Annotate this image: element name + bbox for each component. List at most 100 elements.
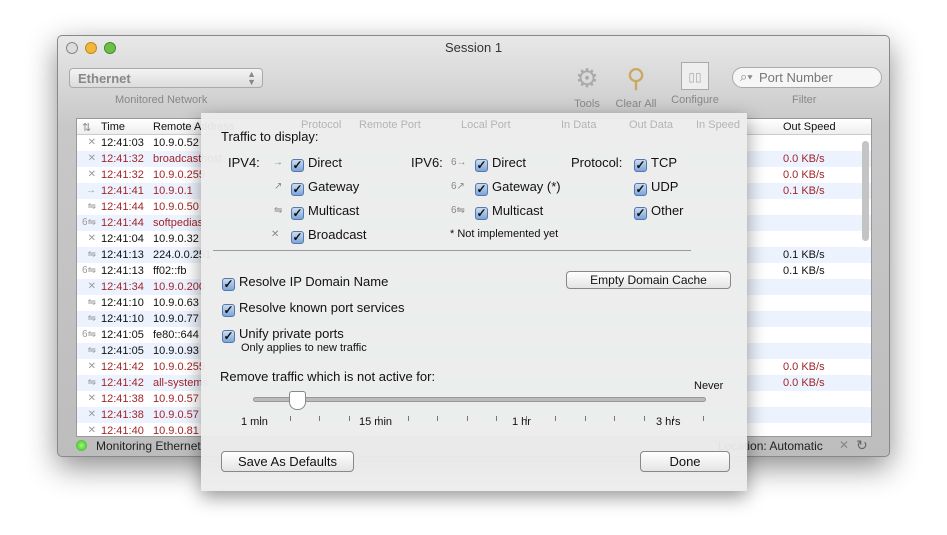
broadcast-icon: ✕ <box>87 409 96 420</box>
cell-remote: 10.9.0.57 <box>153 393 199 405</box>
ipv6-label: IPV6: <box>411 155 443 170</box>
ipv4-gateway-checkbox[interactable]: ✓ Gateway <box>291 179 359 196</box>
unify-ports-checkbox[interactable]: ✓ Unify private ports <box>222 326 344 343</box>
cell-remote: 10.9.0.1 <box>153 185 193 197</box>
checkbox-label: TCP <box>651 155 677 170</box>
broadcast-icon: ✕ <box>87 153 96 164</box>
cell-time: 12:41:38 <box>101 393 144 405</box>
resolve-ip-checkbox[interactable]: ✓ Resolve IP Domain Name <box>222 274 388 291</box>
cell-remote: 10.9.0.57 <box>153 409 199 421</box>
broadcast-icon: ✕ <box>87 393 96 404</box>
close-icon[interactable]: ✕ <box>839 438 849 452</box>
network-select-value: Ethernet <box>78 71 131 86</box>
inactivity-slider[interactable] <box>253 397 706 402</box>
cell-time: 12:41:34 <box>101 281 144 293</box>
tick-label-never: Never <box>694 380 724 392</box>
refresh-icon[interactable]: ↻ <box>856 437 868 454</box>
cell-time: 12:41:42 <box>101 377 144 389</box>
divider <box>213 250 691 251</box>
broadcast-icon: ✕ <box>87 361 96 372</box>
cell-time: 12:41:44 <box>101 201 144 213</box>
udp-checkbox[interactable]: ✓ UDP <box>634 179 678 196</box>
cell-time: 12:41:32 <box>101 169 144 181</box>
ipv6-gateway-checkbox[interactable]: ✓ Gateway (*) <box>475 179 561 196</box>
slider-tick <box>437 416 438 421</box>
ipv6-multicast-icon: 6⇋ <box>82 217 96 228</box>
status-text: Monitoring Ethernet <box>96 439 201 453</box>
multicast-icon: ⇋ <box>87 377 96 388</box>
network-label: Monitored Network <box>115 94 208 106</box>
empty-cache-button[interactable]: Empty Domain Cache <box>566 271 731 289</box>
checkbox-label: Direct <box>308 155 342 170</box>
clear-all-button[interactable]: ⚲ Clear All <box>612 62 660 110</box>
checkbox-label: Multicast <box>492 203 544 218</box>
slider-tick <box>466 416 468 421</box>
cell-remote: 10.9.0.255 <box>153 169 205 181</box>
ipv6-multicast-checkbox[interactable]: ✓ Multicast <box>475 203 543 220</box>
remove-traffic-label: Remove traffic which is not active for: <box>220 369 436 384</box>
save-defaults-button[interactable]: Save As Defaults <box>221 451 354 472</box>
cell-remote: ff02::fb <box>153 265 187 277</box>
other-checkbox[interactable]: ✓ Other <box>634 203 684 220</box>
filter-placeholder: Port Number <box>759 70 833 85</box>
ipv4-multicast-checkbox[interactable]: ✓ Multicast <box>291 203 359 220</box>
tick-label-1hr: 1 hr <box>512 416 531 428</box>
tcp-checkbox[interactable]: ✓ TCP <box>634 155 677 172</box>
cell-remote: fe80::644 <box>153 329 199 341</box>
slider-tick <box>643 416 645 421</box>
cell-out-speed: 0.0 KB/s <box>783 377 825 389</box>
checkbox-label: Direct <box>492 155 526 170</box>
ipv6-multicast-icon: 6⇋ <box>451 205 465 216</box>
slider-tick <box>348 416 350 421</box>
checkbox-label: Resolve IP Domain Name <box>239 274 389 289</box>
cell-remote: 10.9.0.32 <box>153 233 199 245</box>
checkbox-label: Multicast <box>308 203 360 218</box>
clear-all-label: Clear All <box>615 98 657 110</box>
multicast-icon: ⇋ <box>87 249 96 260</box>
broadcast-icon: ✕ <box>87 425 96 436</box>
slider-tick <box>289 416 291 421</box>
cell-time: 12:41:40 <box>101 425 144 437</box>
checkbox-label: Gateway <box>308 179 360 194</box>
network-select[interactable]: Ethernet ▲ ▼ <box>69 68 263 88</box>
tools-button[interactable]: ⚙ Tools <box>567 62 607 110</box>
ipv6-multicast-icon: 6⇋ <box>82 329 96 340</box>
ipv4-broadcast-checkbox[interactable]: ✓ Broadcast <box>291 227 367 244</box>
resolve-ports-checkbox[interactable]: ✓ Resolve known port services <box>222 300 404 317</box>
col-out-speed[interactable]: Out Speed <box>783 121 836 133</box>
cell-remote: 10.9.0.77 <box>153 313 199 325</box>
broadcast-icon: ✕ <box>87 169 96 180</box>
cell-remote: 10.9.0.200 <box>153 281 205 293</box>
preferences-sheet: Traffic to display: IPV4: IPV6: Protocol… <box>201 113 747 491</box>
cell-time: 12:41:38 <box>101 409 144 421</box>
scrollbar[interactable] <box>862 141 869 241</box>
col-time[interactable]: Time <box>101 121 125 133</box>
window-title: Session 1 <box>444 40 503 55</box>
multicast-icon: ⇋ <box>87 201 96 212</box>
status-light-icon <box>76 440 87 451</box>
not-implemented-note: * Not implemented yet <box>450 228 559 240</box>
cell-time: 12:41:10 <box>101 313 144 325</box>
slider-thumb[interactable] <box>289 391 307 410</box>
slider-tick <box>555 416 556 421</box>
filter-input[interactable]: ⌕▾ Port Number <box>732 67 882 88</box>
broadcast-icon: ✕ <box>87 281 96 292</box>
broadcast-icon: ✕ <box>87 233 96 244</box>
cell-time: 12:41:13 <box>101 265 144 277</box>
slider-tick <box>614 416 615 421</box>
slider-tick <box>584 416 586 421</box>
cell-time: 12:41:44 <box>101 217 144 229</box>
checkbox-label: Resolve known port services <box>239 300 405 315</box>
updown-arrows-icon: ▲ ▼ <box>247 69 256 87</box>
slider-tick <box>702 416 704 421</box>
ipv4-direct-checkbox[interactable]: ✓ Direct <box>291 155 342 172</box>
ipv4-label: IPV4: <box>228 155 260 170</box>
cell-out-speed: 0.1 KB/s <box>783 249 825 261</box>
tools-label: Tools <box>574 98 600 110</box>
cell-out-speed: 0.0 KB/s <box>783 361 825 373</box>
cell-time: 12:41:05 <box>101 345 144 357</box>
traffic-title: Traffic to display: <box>221 129 319 144</box>
configure-button[interactable]: ▯▯ Configure <box>667 62 723 106</box>
ipv6-direct-checkbox[interactable]: ✓ Direct <box>475 155 526 172</box>
multicast-icon: ⇋ <box>87 345 96 356</box>
